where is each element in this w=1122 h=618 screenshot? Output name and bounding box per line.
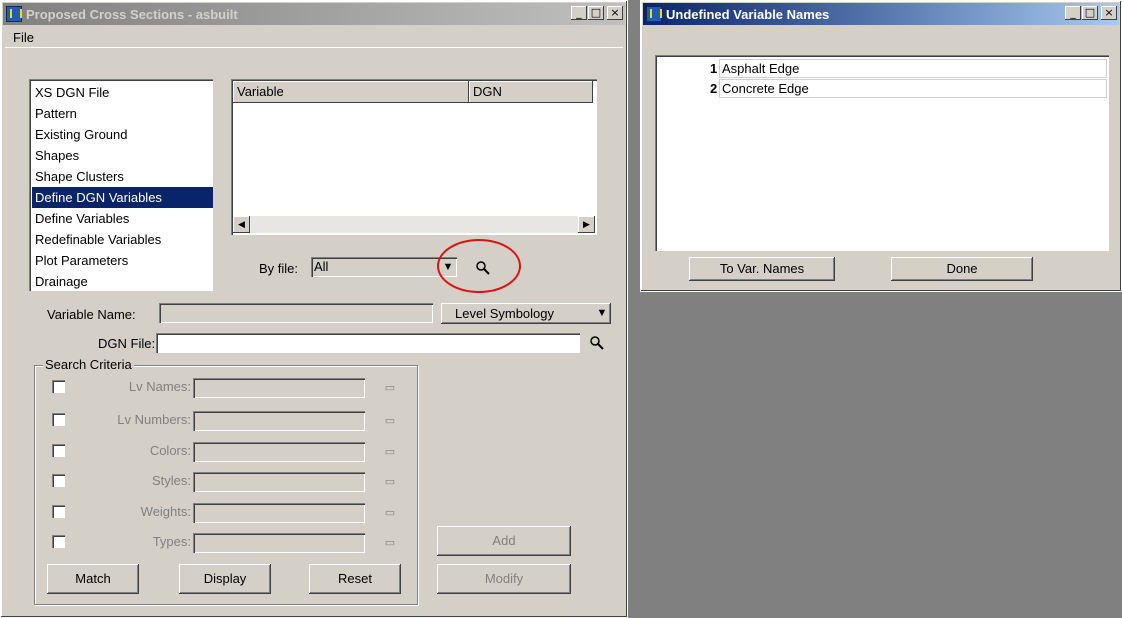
col-header-dgn[interactable]: DGN (469, 81, 593, 103)
level-picker-icon: ▭ (384, 446, 396, 458)
level-picker-icon: ▭ (384, 476, 396, 488)
variable-name-label: Variable Name: (47, 307, 136, 322)
reset-button[interactable]: Reset (309, 564, 401, 594)
symbology-value: Level Symbology (455, 306, 554, 321)
menubar: File (5, 27, 623, 48)
criteria-label: Styles: (151, 473, 191, 488)
variable-name-field (159, 303, 433, 323)
add-button: Add (437, 526, 571, 556)
criteria-field (193, 378, 365, 398)
criteria-label: Lv Names: (128, 379, 191, 394)
horizontal-scrollbar[interactable]: ◀ ▶ (233, 216, 595, 233)
menu-file[interactable]: File (13, 30, 34, 45)
category-item[interactable]: Define Variables (32, 208, 213, 229)
item-number: 1 (710, 61, 718, 76)
list-item[interactable]: 2 Concrete Edge (710, 79, 1107, 98)
maximize-button[interactable]: □ (588, 6, 604, 20)
maximize-button[interactable]: □ (1082, 6, 1098, 20)
right-window-titlebar[interactable]: Undefined Variable Names _ □ × (643, 3, 1119, 25)
list-item[interactable]: 1 Asphalt Edge (710, 59, 1107, 78)
item-name: Concrete Edge (722, 81, 809, 96)
criteria-checkbox[interactable] (52, 474, 65, 487)
undefined-names-list[interactable]: 1 Asphalt Edge 2 Concrete Edge (655, 55, 1109, 251)
level-picker-icon: ▭ (384, 507, 396, 519)
left-window-titlebar[interactable]: Proposed Cross Sections - asbuilt _ □ × (3, 3, 625, 25)
close-button[interactable]: × (607, 6, 623, 20)
by-file-label: By file: (259, 261, 299, 276)
criteria-checkbox[interactable] (52, 505, 65, 518)
category-item[interactable]: Shapes (32, 145, 213, 166)
to-var-names-button[interactable]: To Var. Names (689, 257, 835, 281)
app-icon (646, 6, 662, 22)
criteria-checkbox[interactable] (52, 535, 65, 548)
category-item[interactable]: Define DGN Variables (32, 187, 213, 208)
search-criteria-title: Search Criteria (43, 357, 134, 372)
by-file-dropdown[interactable]: All ▼ (311, 257, 457, 277)
criteria-field (193, 533, 365, 553)
minimize-button[interactable]: _ (571, 6, 587, 20)
criteria-field (193, 503, 365, 523)
col-header-variable[interactable]: Variable (233, 81, 469, 103)
criteria-label: Weights: (140, 504, 191, 519)
criteria-label: Colors: (149, 443, 191, 458)
category-item[interactable]: Pattern (32, 103, 213, 124)
criteria-field (193, 442, 365, 462)
match-button[interactable]: Match (47, 564, 139, 594)
level-picker-icon: ▭ (384, 382, 396, 394)
dgn-file-label: DGN File: (98, 336, 156, 351)
criteria-field (193, 411, 365, 431)
criteria-checkbox[interactable] (52, 380, 65, 393)
scroll-right-icon[interactable]: ▶ (578, 216, 595, 233)
proposed-cross-sections-window: Proposed Cross Sections - asbuilt _ □ × … (0, 0, 628, 618)
level-picker-icon: ▭ (384, 537, 396, 549)
highlight-circle (437, 239, 521, 293)
symbology-dropdown[interactable]: Level Symbology ▼ (441, 303, 611, 324)
category-item[interactable]: Shape Clusters (32, 166, 213, 187)
category-item[interactable]: XS DGN File (32, 82, 213, 103)
item-number: 2 (710, 81, 718, 96)
minimize-button[interactable]: _ (1065, 6, 1081, 20)
by-file-value: All (314, 259, 329, 274)
close-button[interactable]: × (1101, 6, 1117, 20)
category-item[interactable]: Existing Ground (32, 124, 213, 145)
category-item[interactable]: Drainage (32, 271, 213, 291)
category-item[interactable]: Redefinable Variables (32, 229, 213, 250)
window-title: Proposed Cross Sections - asbuilt (26, 6, 238, 22)
dgn-file-field[interactable] (156, 333, 580, 353)
window-title: Undefined Variable Names (666, 6, 830, 22)
scroll-left-icon[interactable]: ◀ (233, 216, 250, 233)
category-item[interactable]: Plot Parameters (32, 250, 213, 271)
criteria-label: Types: (152, 534, 191, 549)
undefined-variable-names-window: Undefined Variable Names _ □ × 1 Asphalt… (640, 0, 1122, 292)
level-picker-icon: ▭ (384, 415, 396, 427)
criteria-field (193, 472, 365, 492)
category-list[interactable]: XS DGN File Pattern Existing Ground Shapes S… (29, 79, 213, 291)
search-icon[interactable] (589, 335, 605, 351)
done-button[interactable]: Done (891, 257, 1033, 281)
criteria-checkbox[interactable] (52, 413, 65, 426)
display-button[interactable]: Display (179, 564, 271, 594)
app-icon (6, 6, 22, 22)
variable-grid[interactable]: Variable DGN ◀ ▶ (231, 79, 597, 235)
criteria-label: Lv Numbers: (117, 412, 191, 427)
item-name: Asphalt Edge (722, 61, 800, 76)
modify-button: Modify (437, 564, 571, 594)
criteria-checkbox[interactable] (52, 444, 65, 457)
dropdown-arrow-icon[interactable]: ▼ (594, 304, 610, 322)
